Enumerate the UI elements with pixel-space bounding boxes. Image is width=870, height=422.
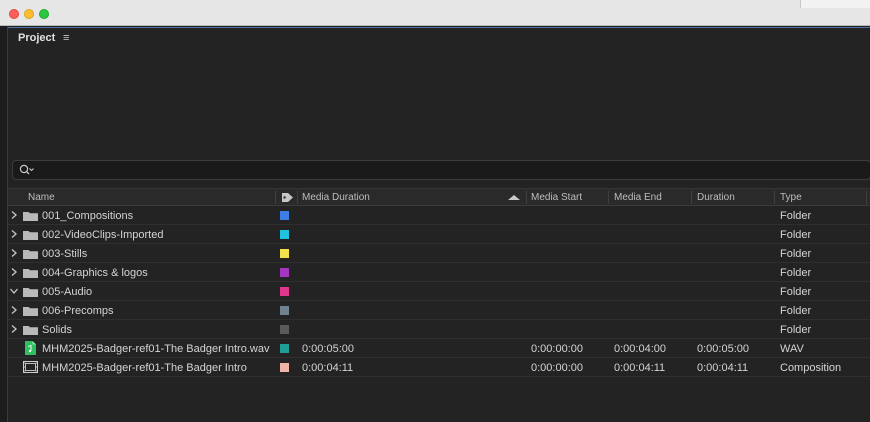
panel-title-tab[interactable]: Project: [18, 32, 55, 44]
search-icon[interactable]: [19, 164, 35, 176]
label-color-swatch[interactable]: [280, 230, 289, 239]
chevron-right-icon[interactable]: [9, 210, 19, 220]
item-name: MHM2025-Badger-ref01-The Badger Intro.wa…: [42, 343, 270, 355]
column-divider[interactable]: [526, 191, 527, 204]
item-type: Folder: [780, 286, 812, 298]
column-header-name[interactable]: Name: [28, 192, 55, 203]
item-type: Folder: [780, 267, 812, 279]
column-header-media-start[interactable]: Media Start: [531, 192, 582, 203]
column-divider[interactable]: [691, 191, 692, 204]
label-color-swatch[interactable]: [280, 287, 289, 296]
table-row-001-compositions[interactable]: 001_Compositions Folder: [8, 206, 870, 225]
item-name: 001_Compositions: [42, 210, 134, 222]
label-tag-icon[interactable]: [281, 192, 294, 203]
item-media-start: 0:00:00:00: [531, 362, 583, 374]
column-divider[interactable]: [297, 191, 298, 204]
close-window-button[interactable]: [9, 9, 19, 19]
chevron-right-icon[interactable]: [9, 267, 19, 277]
label-color-swatch[interactable]: [280, 363, 289, 372]
item-media-end: 0:00:04:00: [614, 343, 666, 355]
table-row-wav-file[interactable]: MHM2025-Badger-ref01-The Badger Intro.wa…: [8, 339, 870, 358]
item-name: 006-Precomps: [42, 305, 114, 317]
item-name: 004-Graphics & logos: [42, 267, 148, 279]
item-duration: 0:00:05:00: [697, 343, 749, 355]
folder-icon: [23, 326, 38, 335]
item-media-duration: 0:00:04:11: [302, 362, 354, 374]
item-type: Folder: [780, 305, 812, 317]
item-type: Composition: [780, 362, 842, 374]
table-row-004-graphics-logos[interactable]: 004-Graphics & logos Folder: [8, 263, 870, 282]
audio-file-icon: [25, 341, 36, 355]
adjacent-window-edge: [800, 0, 870, 8]
column-divider[interactable]: [866, 191, 867, 204]
table-row-solids[interactable]: Solids Folder: [8, 320, 870, 339]
panel-header: Project ≡: [8, 26, 870, 50]
column-header-duration[interactable]: Duration: [697, 192, 735, 203]
label-color-swatch[interactable]: [280, 268, 289, 277]
table-row-002-videoclips[interactable]: 002-VideoClips-Imported Folder: [8, 225, 870, 244]
chevron-right-icon[interactable]: [9, 229, 19, 239]
item-name: 002-VideoClips-Imported: [42, 229, 164, 241]
panel-menu-icon[interactable]: ≡: [63, 32, 69, 44]
folder-icon: [23, 231, 38, 240]
composition-icon: [23, 361, 38, 373]
zoom-window-button[interactable]: [39, 9, 49, 19]
chevron-down-icon[interactable]: [9, 286, 19, 296]
item-name: 005-Audio: [42, 286, 93, 298]
item-duration: 0:00:04:11: [697, 362, 749, 374]
label-color-swatch[interactable]: [280, 325, 289, 334]
column-header-media-end[interactable]: Media End: [614, 192, 662, 203]
search-input[interactable]: [12, 160, 870, 180]
label-color-swatch[interactable]: [280, 306, 289, 315]
chevron-right-icon[interactable]: [9, 324, 19, 334]
folder-icon: [23, 269, 38, 278]
folder-icon: [23, 307, 38, 316]
column-divider[interactable]: [608, 191, 609, 204]
chevron-right-icon[interactable]: [9, 248, 19, 258]
column-header-row: Name Media Duration Media Start Media En…: [8, 188, 870, 206]
item-media-start: 0:00:00:00: [531, 343, 583, 355]
project-panel: Project ≡ Name Media Duration Media Star…: [7, 26, 870, 422]
item-type: Folder: [780, 324, 812, 336]
table-row-006-precomps[interactable]: 006-Precomps Folder: [8, 301, 870, 320]
item-name: Solids: [42, 324, 72, 336]
minimize-window-button[interactable]: [24, 9, 34, 19]
sort-ascending-icon[interactable]: [508, 195, 520, 200]
item-media-duration: 0:00:05:00: [302, 343, 354, 355]
column-header-media-duration[interactable]: Media Duration: [302, 192, 370, 203]
item-type: Folder: [780, 229, 812, 241]
table-row-005-audio[interactable]: 005-Audio Folder: [8, 282, 870, 301]
item-media-end: 0:00:04:11: [614, 362, 666, 374]
label-color-swatch[interactable]: [280, 211, 289, 220]
item-type: WAV: [780, 343, 804, 355]
folder-icon: [23, 288, 38, 297]
label-color-swatch[interactable]: [280, 344, 289, 353]
chevron-right-icon[interactable]: [9, 305, 19, 315]
item-type: Folder: [780, 210, 812, 222]
item-name: 003-Stills: [42, 248, 88, 260]
table-row-composition[interactable]: MHM2025-Badger-ref01-The Badger Intro 0:…: [8, 358, 870, 377]
table-row-003-stills[interactable]: 003-Stills Folder: [8, 244, 870, 263]
folder-icon: [23, 212, 38, 221]
column-header-type[interactable]: Type: [780, 192, 802, 203]
column-divider[interactable]: [275, 191, 276, 204]
label-color-swatch[interactable]: [280, 249, 289, 258]
window-titlebar: [0, 0, 870, 26]
column-divider[interactable]: [774, 191, 775, 204]
folder-icon: [23, 250, 38, 259]
item-type: Folder: [780, 248, 812, 260]
item-name: MHM2025-Badger-ref01-The Badger Intro: [42, 362, 247, 374]
